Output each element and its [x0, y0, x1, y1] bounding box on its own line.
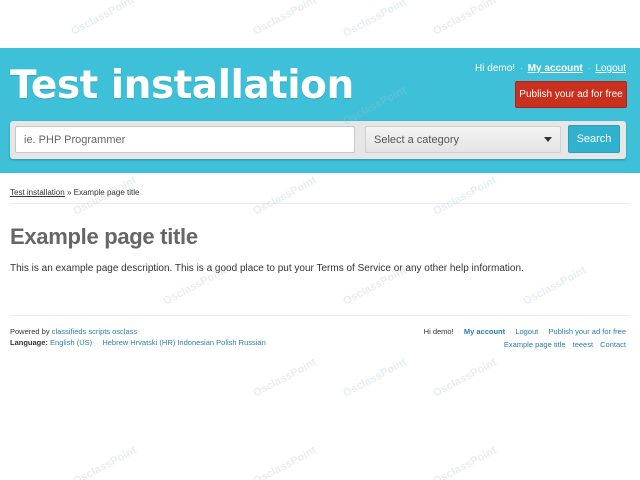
category-select-label: Select a category	[374, 133, 459, 146]
watermark: OsclassPoint	[431, 174, 499, 218]
osclass-link[interactable]: classifieds scripts osclass	[52, 327, 137, 336]
watermark: OsclassPoint	[251, 174, 319, 218]
user-nav: Hi demo! · My account · Logout	[475, 63, 626, 74]
search-input[interactable]: ie. PHP Programmer	[15, 126, 355, 153]
chevron-down-icon	[544, 137, 552, 142]
footer-user-line: Hi demo! · My account · Logout · Publish…	[424, 326, 626, 339]
footer-left: Powered by classifieds scripts osclass L…	[10, 326, 266, 350]
nav-separator: ·	[520, 64, 523, 73]
page-description: This is an example page description. Thi…	[10, 263, 524, 274]
footer-link-contact[interactable]: Contact	[600, 340, 626, 349]
breadcrumb-separator: »	[66, 188, 72, 197]
powered-by-text: Powered by	[10, 327, 50, 336]
divider	[10, 315, 630, 316]
footer-link-teeest[interactable]: teeest	[573, 340, 593, 349]
user-greeting: Hi demo!	[475, 63, 516, 74]
watermark: OsclassPoint	[251, 0, 319, 38]
footer-pages-line: Example page title teeest Contact	[424, 339, 626, 350]
footer-publish-link[interactable]: Publish your ad for free	[548, 327, 626, 336]
footer-greeting: Hi demo!	[423, 327, 454, 336]
footer-right: Hi demo! · My account · Logout · Publish…	[424, 326, 626, 350]
breadcrumb-current: Example page title	[73, 188, 140, 197]
site-header: Test installation Hi demo! · My account …	[0, 48, 640, 173]
watermark: OsclassPoint	[341, 356, 409, 400]
language-separator: ·	[96, 341, 99, 347]
language-link-hebrew[interactable]: Hebrew	[102, 338, 128, 347]
page-title: Example page title	[10, 224, 198, 249]
watermark: OsclassPoint	[251, 444, 319, 480]
nav-separator: ·	[587, 64, 591, 73]
language-line: Language: English (US) · Hebrew Hrvatski…	[10, 337, 266, 350]
logout-link[interactable]: Logout	[595, 63, 626, 74]
footer-separator: ·	[542, 330, 545, 336]
watermark: OsclassPoint	[71, 444, 139, 480]
language-label: Language:	[10, 338, 48, 347]
language-link-hrvatski[interactable]: Hrvatski (HR)	[130, 338, 175, 347]
watermark: OsclassPoint	[341, 0, 409, 40]
site-title[interactable]: Test installation	[10, 63, 354, 108]
footer-separator: ·	[457, 330, 460, 336]
language-link-russian[interactable]: Russian	[239, 338, 266, 347]
search-button[interactable]: Search	[568, 125, 620, 153]
footer-logout-link[interactable]: Logout	[515, 327, 538, 336]
publish-ad-button[interactable]: Publish your ad for free	[515, 81, 627, 108]
language-link-english[interactable]: English (US)	[50, 338, 92, 347]
watermark: OsclassPoint	[251, 356, 319, 400]
language-link-polish[interactable]: Polish	[216, 338, 236, 347]
search-bar: ie. PHP Programmer Select a category Sea…	[10, 121, 626, 159]
powered-by-line: Powered by classifieds scripts osclass	[10, 326, 266, 337]
breadcrumb: Test installation » Example page title	[10, 188, 139, 197]
category-select[interactable]: Select a category	[365, 126, 561, 153]
watermark: OsclassPoint	[69, 0, 137, 38]
language-link-indonesian[interactable]: Indonesian	[177, 338, 214, 347]
footer-my-account-link[interactable]: My account	[464, 327, 505, 336]
watermark: OsclassPoint	[431, 356, 499, 400]
watermark: OsclassPoint	[431, 0, 499, 38]
watermark: OsclassPoint	[431, 444, 499, 480]
footer-separator: ·	[509, 330, 512, 336]
footer-link-example-page[interactable]: Example page title	[504, 340, 566, 349]
watermark: OsclassPoint	[521, 264, 589, 308]
my-account-link[interactable]: My account	[528, 63, 583, 74]
breadcrumb-home-link[interactable]: Test installation	[10, 188, 65, 197]
divider	[10, 203, 630, 204]
